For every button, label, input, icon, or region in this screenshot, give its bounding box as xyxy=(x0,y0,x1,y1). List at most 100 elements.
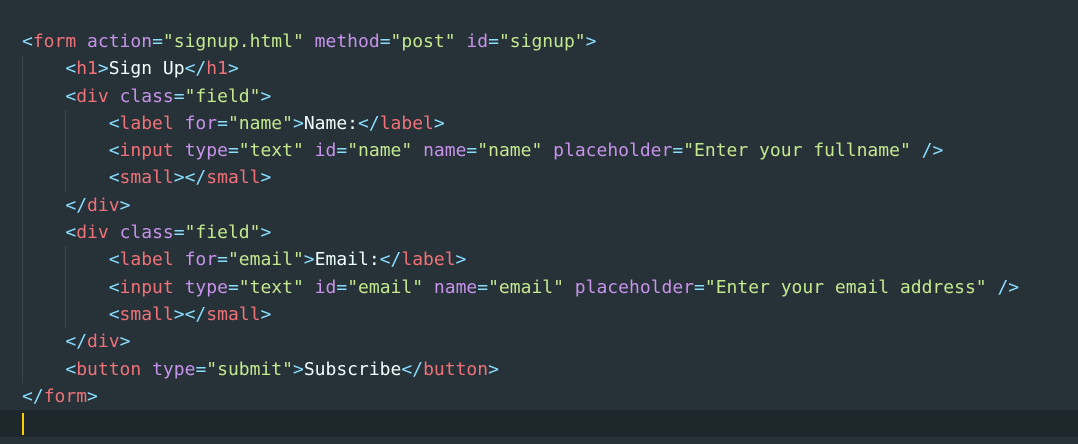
code-line[interactable]: <label for="name">Name:</label> xyxy=(22,109,1078,138)
token-tag: input xyxy=(119,140,174,162)
indent-guide xyxy=(22,273,23,301)
token-bracket: > xyxy=(119,194,131,216)
token-attr: name xyxy=(433,276,478,298)
indent-guide xyxy=(22,219,23,247)
indent-guide xyxy=(22,246,23,274)
code-line[interactable]: <input type="text" id="email" name="emai… xyxy=(22,273,1078,301)
token-eq: = xyxy=(227,140,239,162)
code-line[interactable]: <div class="field"> xyxy=(22,219,1078,247)
indent-guide xyxy=(22,328,23,356)
token-bracket: > xyxy=(173,167,185,189)
token-tag: small xyxy=(206,167,261,189)
token-bracket: < xyxy=(65,85,77,107)
indentation xyxy=(22,86,65,107)
token-bracket: > xyxy=(173,303,185,325)
token-tag: form xyxy=(32,31,77,52)
token-eq: = xyxy=(694,276,705,298)
token-eq: = xyxy=(173,85,185,107)
token-bracket: < xyxy=(108,167,120,189)
token-attr: action xyxy=(87,31,153,52)
token-bracket: > xyxy=(97,58,109,80)
token-tag: form xyxy=(43,385,88,407)
token-bracket: > xyxy=(260,85,272,107)
token-attr: id xyxy=(314,140,337,162)
code-line[interactable]: <button type="submit">Subscribe</button> xyxy=(22,355,1078,383)
token-bracket: < xyxy=(22,31,33,52)
token-bracket: </ xyxy=(184,167,207,189)
token-bracket: /> xyxy=(997,276,1020,298)
token-bracket: > xyxy=(433,112,445,134)
token-bracket: < xyxy=(108,140,120,162)
indentation xyxy=(22,359,65,380)
current-line-highlight xyxy=(0,410,1078,437)
token-tag: label xyxy=(401,249,456,271)
indent-guide xyxy=(22,191,23,220)
token-bracket: > xyxy=(119,331,131,353)
token-attr: type xyxy=(184,276,228,298)
text-cursor xyxy=(22,413,24,435)
token-bracket: < xyxy=(108,112,120,134)
code-line[interactable]: <input type="text" id="name" name="name"… xyxy=(22,137,1078,165)
token-bracket: </ xyxy=(65,194,88,216)
code-line[interactable]: <div class="field"> xyxy=(22,82,1078,110)
indent-guide xyxy=(22,355,23,383)
indent-guide xyxy=(65,246,67,274)
token-tag: label xyxy=(379,112,434,134)
indent-guide xyxy=(65,164,67,192)
token-attr: placeholder xyxy=(553,140,673,162)
token-eq: = xyxy=(672,140,684,162)
token-str: "email" xyxy=(347,276,424,298)
token-str: "name" xyxy=(477,140,543,162)
token-str: "signup" xyxy=(498,31,586,52)
code-line[interactable]: <small></small> xyxy=(22,164,1078,192)
code-line[interactable]: </form> xyxy=(22,383,1078,410)
token-text: Name: xyxy=(303,112,358,134)
token-str: "post" xyxy=(390,31,456,52)
token-attr: method xyxy=(314,31,380,52)
token-bracket: </ xyxy=(65,331,88,353)
token-str: "email" xyxy=(488,276,564,298)
token-tag: h1 xyxy=(76,58,98,80)
token-bracket: > xyxy=(455,249,467,271)
token-str: "field" xyxy=(184,222,261,244)
code-line[interactable]: <label for="email">Email:</label> xyxy=(22,246,1078,274)
token-attr: class xyxy=(119,222,174,244)
code-editor[interactable]: <form action="signup.html" method="post"… xyxy=(0,0,1078,444)
code-line[interactable]: </div> xyxy=(22,191,1078,220)
token-bracket: < xyxy=(65,222,77,244)
code-line[interactable]: <h1>Sign Up</h1> xyxy=(22,55,1078,83)
token-bracket: > xyxy=(260,167,272,189)
token-bracket: > xyxy=(87,385,98,407)
indent-guide xyxy=(22,300,23,329)
indentation xyxy=(22,195,65,216)
code-line[interactable]: </div> xyxy=(22,328,1078,356)
token-bracket: > xyxy=(585,31,597,52)
token-str: "email" xyxy=(227,249,304,271)
code-line[interactable]: <form action="signup.html" method="post"… xyxy=(22,28,1078,55)
token-eq: = xyxy=(173,222,185,244)
code-area[interactable]: <form action="signup.html" method="post"… xyxy=(22,28,1078,410)
code-line[interactable]: <small></small> xyxy=(22,300,1078,329)
token-text: Email: xyxy=(314,249,380,271)
indent-guide xyxy=(22,164,23,192)
indent-guide xyxy=(65,109,67,138)
token-tag: div xyxy=(76,85,109,107)
token-tag: button xyxy=(423,358,489,380)
token-attr: name xyxy=(423,140,467,162)
token-bracket: </ xyxy=(22,385,44,407)
token-bracket: /> xyxy=(921,140,944,162)
token-tag: small xyxy=(206,303,261,325)
token-attr: type xyxy=(184,140,228,162)
indentation xyxy=(22,58,65,79)
token-eq: = xyxy=(152,31,163,52)
token-tag: label xyxy=(119,112,174,134)
